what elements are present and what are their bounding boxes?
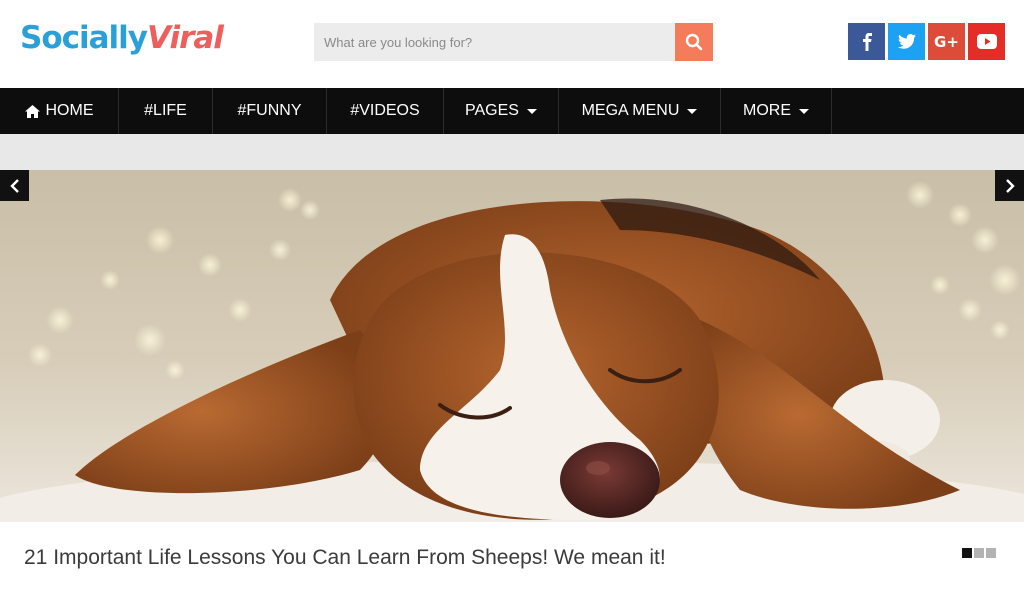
google-plus-button[interactable]: G+ xyxy=(928,23,965,60)
facebook-icon xyxy=(862,32,872,51)
caret-down-icon xyxy=(799,108,809,114)
twitter-icon xyxy=(897,34,916,49)
slider-prev-button[interactable] xyxy=(0,170,29,201)
nav-item-videos[interactable]: #VIDEOS xyxy=(327,88,444,134)
search-bar xyxy=(314,23,713,61)
caret-down-icon xyxy=(687,108,698,114)
nav-item-label: #FUNNY xyxy=(237,102,302,119)
youtube-button[interactable] xyxy=(968,23,1005,60)
logo-text-socially: Socially xyxy=(20,20,148,56)
nav-item-mega-menu[interactable]: MEGA MENU xyxy=(559,88,721,134)
featured-slider[interactable] xyxy=(0,170,1024,522)
youtube-icon xyxy=(976,34,997,49)
nav-item-label: MEGA MENU xyxy=(581,102,680,119)
chevron-right-icon xyxy=(1005,178,1015,193)
social-links: G+ xyxy=(848,23,1005,60)
nav-item-funny[interactable]: #FUNNY xyxy=(213,88,327,134)
home-icon xyxy=(24,104,40,118)
search-icon xyxy=(685,33,703,51)
nav-item-life[interactable]: #LIFE xyxy=(119,88,213,134)
logo-text-viral: Viral xyxy=(147,20,224,56)
nav-item-pages[interactable]: PAGES xyxy=(444,88,559,134)
caret-down-icon xyxy=(526,108,537,114)
slider-dot[interactable] xyxy=(962,548,972,558)
nav-item-label: #LIFE xyxy=(144,102,187,119)
slider-next-button[interactable] xyxy=(995,170,1024,201)
search-input[interactable] xyxy=(314,23,675,61)
nav-item-label: MORE xyxy=(743,102,791,119)
slider-dot[interactable] xyxy=(974,548,984,558)
slide-image-sleeping-puppy xyxy=(0,170,1024,522)
nav-item-more[interactable]: MORE xyxy=(721,88,832,134)
site-header: SociallyViral G+ xyxy=(0,0,1024,88)
nav-item-label: HOME xyxy=(45,102,94,119)
nav-item-label: #VIDEOS xyxy=(350,102,420,119)
nav-item-label: PAGES xyxy=(465,102,519,119)
slide-caption[interactable]: 21 Important Life Lessons You Can Learn … xyxy=(24,546,666,570)
slider-pagination xyxy=(962,548,996,558)
main-nav: HOME #LIFE #FUNNY #VIDEOS PAGES MEGA MEN… xyxy=(0,88,1024,134)
ad-band xyxy=(0,134,1024,170)
search-button[interactable] xyxy=(675,23,713,61)
facebook-button[interactable] xyxy=(848,23,885,60)
twitter-button[interactable] xyxy=(888,23,925,60)
slider-dot[interactable] xyxy=(986,548,996,558)
nav-item-home[interactable]: HOME xyxy=(0,88,119,134)
site-logo[interactable]: SociallyViral xyxy=(20,18,224,58)
chevron-left-icon xyxy=(9,178,19,193)
google-plus-icon: G+ xyxy=(934,32,959,51)
